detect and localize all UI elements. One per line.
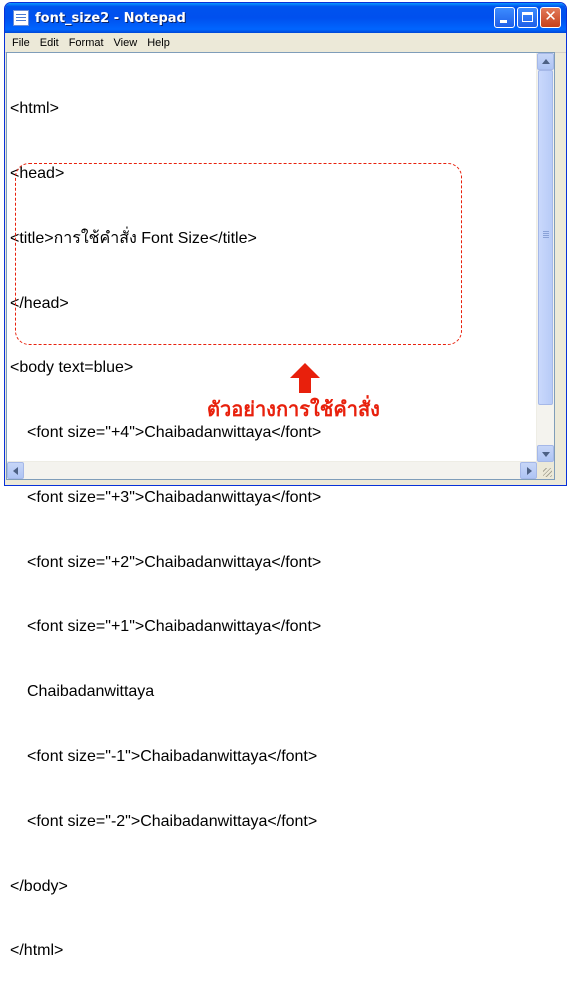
vertical-scroll-thumb[interactable]: [538, 70, 553, 405]
code-line: <font size="+1">Chaibadanwittaya</font>: [27, 618, 322, 636]
code-line: </body>: [10, 877, 68, 895]
window-title: font_size2 - Notepad: [35, 10, 186, 26]
title-bar[interactable]: font_size2 - Notepad ✕: [5, 3, 566, 33]
vertical-scrollbar[interactable]: [536, 53, 554, 462]
code-line: </html>: [10, 942, 64, 960]
maximize-icon: [522, 12, 533, 22]
grip-icon: [543, 231, 549, 232]
text-editor[interactable]: <html> <head> <title>การใช้คำสั่ง Font S…: [6, 52, 555, 959]
menu-format[interactable]: Format: [64, 37, 109, 49]
menu-bar: File Edit Format View Help: [5, 33, 566, 53]
horizontal-scrollbar[interactable]: [7, 461, 537, 479]
menu-edit[interactable]: Edit: [35, 37, 64, 49]
menu-view[interactable]: View: [109, 37, 143, 49]
notepad-icon[interactable]: [13, 10, 29, 26]
code-line: <font size="-1">Chaibadanwittaya</font>: [27, 748, 318, 765]
scroll-down-button[interactable]: [537, 445, 554, 462]
code-line: <font size="-2">Chaibadanwittaya</font>: [27, 812, 318, 830]
window-controls: ✕: [494, 7, 561, 28]
arrow-down-icon: [538, 446, 553, 461]
menu-file[interactable]: File: [7, 37, 35, 49]
code-line: <head>: [10, 164, 65, 182]
code-line: <body text=blue>: [10, 359, 134, 377]
scroll-up-button[interactable]: [537, 53, 554, 70]
minimize-icon: [500, 20, 507, 23]
code-line: <html>: [10, 100, 59, 118]
minimize-button[interactable]: [494, 7, 515, 28]
scroll-left-button[interactable]: [7, 462, 24, 479]
scroll-right-button[interactable]: [520, 462, 537, 479]
close-icon: ✕: [544, 7, 557, 25]
code-line: </head>: [10, 294, 69, 312]
arrow-right-icon: [521, 463, 536, 478]
menu-help[interactable]: Help: [142, 37, 175, 49]
arrow-left-icon: [8, 463, 23, 478]
code-line: <font size="+3">Chaibadanwittaya</font>: [27, 488, 322, 506]
close-button[interactable]: ✕: [540, 7, 561, 28]
arrow-up-icon: [538, 54, 553, 69]
code-line: <font size="+2">Chaibadanwittaya</font>: [27, 553, 322, 571]
up-arrow-icon: [290, 363, 320, 393]
code-line: <title>การใช้คำสั่ง Font Size</title>: [10, 229, 257, 247]
annotation-label: ตัวอย่างการใช้คำสั่ง: [207, 397, 380, 421]
maximize-button[interactable]: [517, 7, 538, 28]
code-line: Chaibadanwittaya: [27, 683, 155, 701]
code-line: <font size="+4">Chaibadanwittaya</font>: [27, 424, 322, 442]
resize-grip[interactable]: [537, 462, 554, 479]
